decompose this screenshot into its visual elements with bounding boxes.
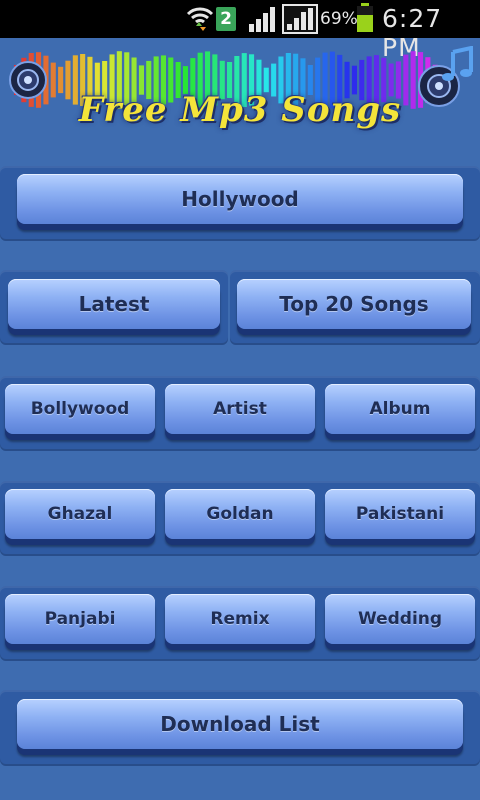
equalizer-bar xyxy=(263,67,269,93)
battery-icon xyxy=(357,3,373,32)
ghazal-button[interactable]: Ghazal xyxy=(5,489,155,539)
battery-percent: 69% xyxy=(320,9,358,29)
download-list-button[interactable]: Download List xyxy=(17,699,463,749)
panjabi-button[interactable]: Panjabi xyxy=(5,594,155,644)
signal-icon xyxy=(282,4,318,34)
pakistani-button[interactable]: Pakistani xyxy=(325,489,475,539)
bollywood-button[interactable]: Bollywood xyxy=(5,384,155,434)
album-button[interactable]: Album xyxy=(325,384,475,434)
artist-button[interactable]: Artist xyxy=(165,384,315,434)
status-bar: 2 69% 6:27 PM xyxy=(0,0,480,62)
app-title: Free Mp3 Songs xyxy=(78,90,402,130)
signal-icon xyxy=(249,7,275,32)
sim-icon: 2 xyxy=(216,7,236,31)
wedding-button[interactable]: Wedding xyxy=(325,594,475,644)
remix-button[interactable]: Remix xyxy=(165,594,315,644)
hollywood-button[interactable]: Hollywood xyxy=(17,174,463,224)
latest-button[interactable]: Latest xyxy=(8,279,220,329)
wifi-icon xyxy=(186,7,214,31)
app-banner: Free Mp3 Songs xyxy=(0,38,480,138)
goldan-button[interactable]: Goldan xyxy=(165,489,315,539)
top-20-songs-button[interactable]: Top 20 Songs xyxy=(237,279,471,329)
